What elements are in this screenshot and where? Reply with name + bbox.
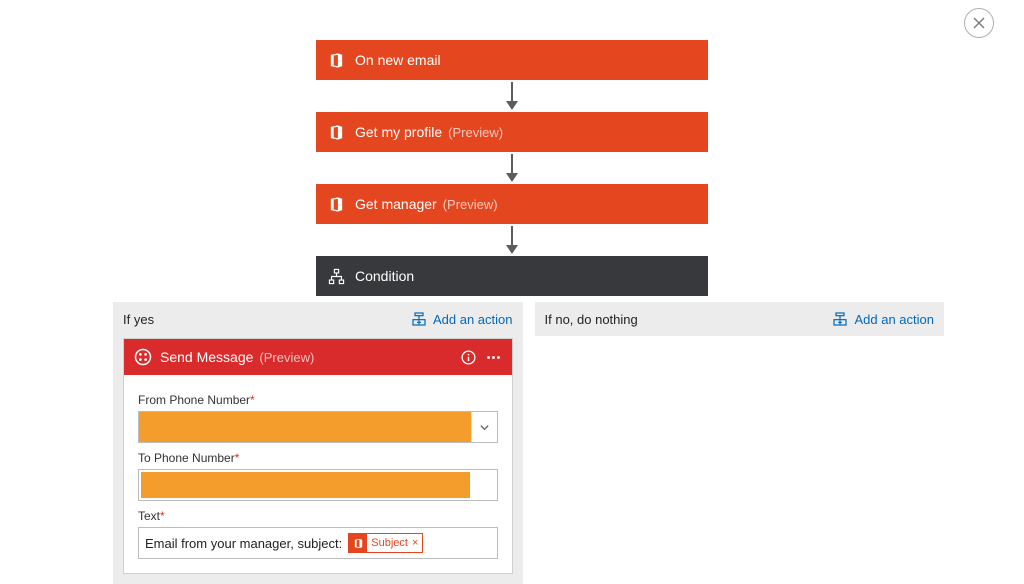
dynamic-token-subject[interactable]: Subject × bbox=[348, 533, 423, 553]
trigger-card-new-email[interactable]: On new email bbox=[316, 40, 708, 80]
add-action-icon bbox=[832, 311, 848, 327]
connector-arrow bbox=[511, 224, 513, 256]
branch-title: If yes bbox=[123, 312, 154, 327]
card-label: Condition bbox=[355, 268, 414, 284]
branch-yes: If yes Add an action Send Message bbox=[113, 302, 523, 584]
branch-no-header: If no, do nothing Add an action bbox=[535, 302, 945, 336]
label-text: Text bbox=[138, 509, 160, 523]
card-label: Get my profile bbox=[355, 124, 442, 140]
token-remove-icon[interactable]: × bbox=[412, 537, 418, 549]
info-icon[interactable] bbox=[460, 349, 477, 366]
connector-arrow bbox=[511, 152, 513, 184]
required-mark: * bbox=[160, 509, 165, 523]
connector-arrow bbox=[511, 80, 513, 112]
text-body-input[interactable]: Email from your manager, subject: Subjec… bbox=[138, 527, 498, 559]
required-mark: * bbox=[235, 451, 240, 465]
branch-no: If no, do nothing Add an action bbox=[535, 302, 945, 584]
preview-badge: (Preview) bbox=[259, 350, 314, 365]
office-icon bbox=[349, 534, 367, 552]
close-icon bbox=[973, 17, 985, 29]
from-phone-label: From Phone Number* bbox=[138, 393, 498, 407]
from-phone-value-chip bbox=[139, 412, 471, 442]
office-icon bbox=[328, 196, 345, 213]
twilio-icon bbox=[134, 348, 152, 366]
add-action-button[interactable]: Add an action bbox=[832, 311, 934, 327]
flow-vertical-stack: On new email Get my profile (Preview) Ge… bbox=[316, 40, 708, 296]
to-phone-input[interactable] bbox=[138, 469, 498, 501]
condition-card[interactable]: Condition bbox=[316, 256, 708, 296]
text-body-static: Email from your manager, subject: bbox=[145, 536, 342, 551]
flow-designer-canvas: On new email Get my profile (Preview) Ge… bbox=[0, 0, 1024, 577]
card-label: Get manager bbox=[355, 196, 437, 212]
add-action-button[interactable]: Add an action bbox=[411, 311, 513, 327]
preview-badge: (Preview) bbox=[448, 125, 503, 140]
to-phone-value-chip bbox=[141, 472, 470, 498]
from-phone-combobox[interactable] bbox=[138, 411, 498, 443]
close-button[interactable] bbox=[964, 8, 994, 38]
action-card-get-manager[interactable]: Get manager (Preview) bbox=[316, 184, 708, 224]
card-label: On new email bbox=[355, 52, 441, 68]
label-text: From Phone Number bbox=[138, 393, 250, 407]
action-card-get-profile[interactable]: Get my profile (Preview) bbox=[316, 112, 708, 152]
add-action-icon bbox=[411, 311, 427, 327]
token-label: Subject bbox=[371, 537, 408, 549]
branch-container: If yes Add an action Send Message bbox=[113, 302, 944, 584]
branch-yes-body: Send Message (Preview) From Phone Number bbox=[113, 336, 523, 584]
chevron-down-icon[interactable] bbox=[471, 412, 497, 442]
office-icon bbox=[328, 52, 345, 69]
add-action-label: Add an action bbox=[854, 312, 934, 327]
condition-icon bbox=[328, 268, 345, 285]
required-mark: * bbox=[250, 393, 255, 407]
label-text: To Phone Number bbox=[138, 451, 235, 465]
overflow-menu-icon[interactable] bbox=[485, 349, 502, 366]
send-message-card: Send Message (Preview) From Phone Number bbox=[123, 338, 513, 574]
to-phone-label: To Phone Number* bbox=[138, 451, 498, 465]
preview-badge: (Preview) bbox=[443, 197, 498, 212]
action-title: Send Message bbox=[160, 349, 253, 365]
send-message-body: From Phone Number* To Phone Number* bbox=[124, 375, 512, 573]
text-label: Text* bbox=[138, 509, 498, 523]
branch-title: If no, do nothing bbox=[545, 312, 638, 327]
add-action-label: Add an action bbox=[433, 312, 513, 327]
office-icon bbox=[328, 124, 345, 141]
send-message-header[interactable]: Send Message (Preview) bbox=[124, 339, 512, 375]
branch-yes-header: If yes Add an action bbox=[113, 302, 523, 336]
